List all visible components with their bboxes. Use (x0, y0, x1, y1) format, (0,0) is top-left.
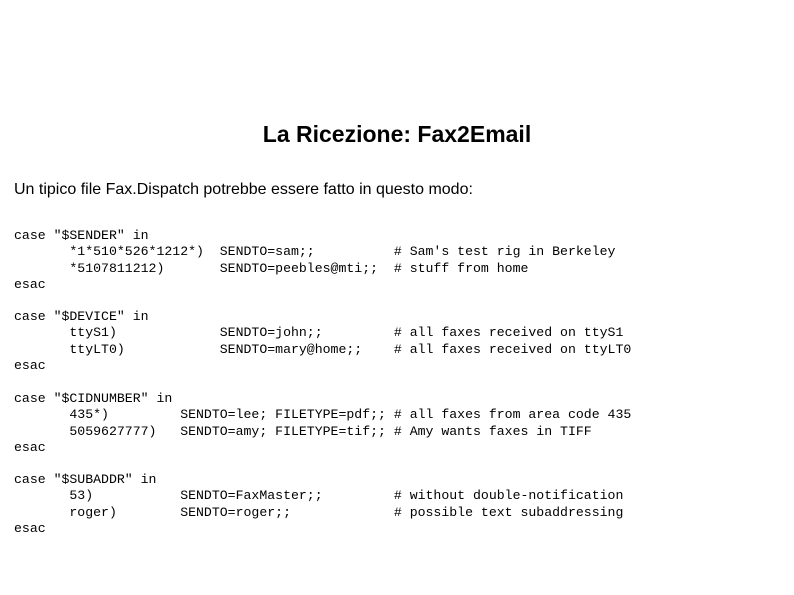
code-line: 5059627777) SENDTO=amy; FILETYPE=tif;; #… (14, 423, 592, 439)
code-block-subaddr: case "$SUBADDR" in 53) SENDTO=FaxMaster;… (14, 472, 623, 537)
code-line: ttyS1) SENDTO=john;; # all faxes receive… (14, 325, 624, 341)
code-line: esac (14, 357, 46, 373)
page-title: La Ricezione: Fax2Email (262, 121, 532, 147)
code-line: 53) SENDTO=FaxMaster;; # without double-… (14, 488, 624, 504)
code-line: *5107811212) SENDTO=peebles@mti;; # stuf… (14, 260, 529, 276)
code-line: esac (14, 439, 46, 455)
code-block-device: case "$DEVICE" in ttyS1) SENDTO=john;; #… (14, 309, 631, 374)
intro-text: Un tipico file Fax.Dispatch potrebbe ess… (14, 181, 473, 198)
code-line: *1*510*526*1212*) SENDTO=sam;; # Sam's t… (14, 244, 616, 260)
code-line: ttyLT0) SENDTO=mary@home;; # all faxes r… (14, 341, 632, 357)
code-line: esac (14, 276, 46, 292)
code-line: 435*) SENDTO=lee; FILETYPE=pdf;; # all f… (14, 407, 632, 423)
code-block-cidnumber: case "$CIDNUMBER" in 435*) SENDTO=lee; F… (14, 391, 631, 456)
code-block-sender: case "$SENDER" in *1*510*526*1212*) SEND… (14, 228, 615, 293)
code-line: case "$DEVICE" in (14, 309, 149, 324)
code-line: case "$SENDER" in (14, 228, 149, 243)
code-line: case "$SUBADDR" in (14, 472, 157, 487)
code-line: roger) SENDTO=roger;; # possible text su… (14, 504, 624, 520)
code-line: case "$CIDNUMBER" in (14, 391, 173, 406)
code-line: esac (14, 520, 46, 536)
